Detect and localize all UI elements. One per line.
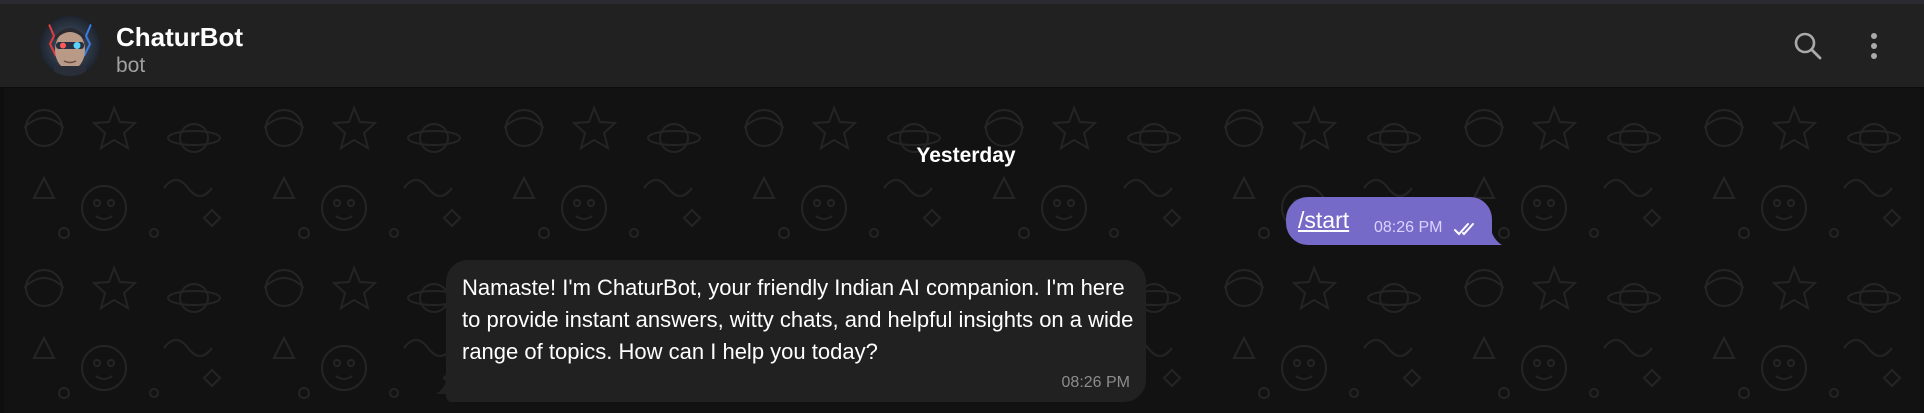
incoming-message[interactable]: Namaste! I'm ChaturBot, your friendly In… xyxy=(446,260,1146,402)
message-text: Namaste! I'm ChaturBot, your friendly In… xyxy=(462,275,1134,364)
more-options-button[interactable] xyxy=(1856,28,1892,64)
date-separator: Yesterday xyxy=(916,144,1016,167)
incoming-bubble-tail xyxy=(436,374,456,394)
search-button[interactable] xyxy=(1790,28,1826,64)
search-icon xyxy=(1794,32,1822,60)
more-vertical-icon xyxy=(1871,33,1877,59)
message-time: 08:26 PM xyxy=(1061,374,1130,391)
outgoing-message[interactable]: /start 08:26 PM xyxy=(1286,197,1492,245)
outgoing-bubble-tail xyxy=(1482,225,1502,245)
chat-status: bot xyxy=(116,54,146,77)
chat-area[interactable]: Yesterday /start 08:26 PM Namaste! I'm C… xyxy=(4,88,1920,413)
chat-header[interactable]: ChaturBot bot xyxy=(0,4,1924,88)
message-time: 08:26 PM xyxy=(1374,219,1443,236)
double-check-icon xyxy=(1454,223,1474,236)
robot-face-avatar-icon xyxy=(40,16,100,76)
chat-title[interactable]: ChaturBot xyxy=(116,22,243,53)
bot-avatar[interactable] xyxy=(40,16,100,76)
command-link[interactable]: /start xyxy=(1298,207,1349,234)
